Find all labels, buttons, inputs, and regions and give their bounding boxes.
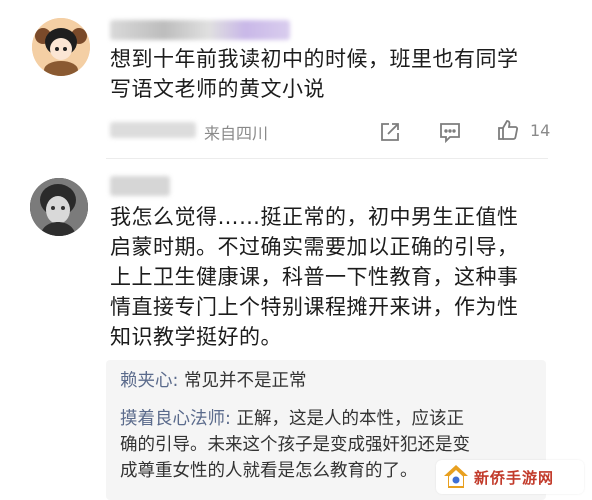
reply-item: 赖夹心: 常见并不是正常 (120, 371, 307, 391)
comment-line: 知识教学挺好的。 (110, 325, 282, 349)
avatar[interactable] (30, 178, 88, 236)
comment-line: 写语文老师的黄文小说 (110, 77, 325, 101)
location-label: 来自四川 (204, 124, 269, 143)
like-icon[interactable] (496, 118, 520, 142)
comment-line: 上上卫生健康课，科普一下性教育，这种事 (110, 265, 519, 289)
comment-line: 想到十年前我读初中的时候，班里也有同学 (110, 47, 519, 71)
reply-author[interactable]: 摸着良心法师 (120, 409, 225, 429)
house-logo-icon (444, 465, 468, 488)
divider (106, 158, 548, 159)
site-watermark: 新侨手游网 (436, 460, 584, 494)
comment-item: 我怎么觉得……挺正常的，初中男生正值性 启蒙时期。不过确实需要加以正确的引导， … (0, 160, 592, 500)
comment-text: 我怎么觉得……挺正常的，初中男生正值性 启蒙时期。不过确实需要加以正确的引导， … (110, 202, 519, 352)
like-count: 14 (530, 121, 551, 140)
reply-author[interactable]: 赖夹心 (120, 371, 173, 391)
comment-text: 想到十年前我读初中的时候，班里也有同学 写语文老师的黄文小说 (110, 44, 519, 104)
watermark-text: 新侨手游网 (474, 468, 555, 487)
comment-item: 想到十年前我读初中的时候，班里也有同学 写语文老师的黄文小说 来自四川 14 (0, 0, 592, 160)
reply-text: 常见并不是正常 (183, 371, 307, 391)
time-blurred (110, 122, 196, 138)
share-icon[interactable] (378, 120, 402, 144)
username-blurred (110, 176, 170, 196)
comment-line: 我怎么觉得……挺正常的，初中男生正值性 (110, 205, 519, 229)
username-blurred (110, 20, 290, 40)
comment-icon[interactable] (438, 120, 462, 144)
reply-text: 正解，这是人的本性，应该正 (236, 409, 464, 429)
comment-line: 启蒙时期。不过确实需要加以正确的引导， (110, 235, 519, 259)
avatar[interactable] (32, 18, 90, 76)
comment-line: 情直接专门上个特别课程摊开来讲，作为性 (110, 295, 519, 319)
reply-text: 确的引导。未来这个孩子是变成强奸犯还是变 (120, 435, 470, 455)
